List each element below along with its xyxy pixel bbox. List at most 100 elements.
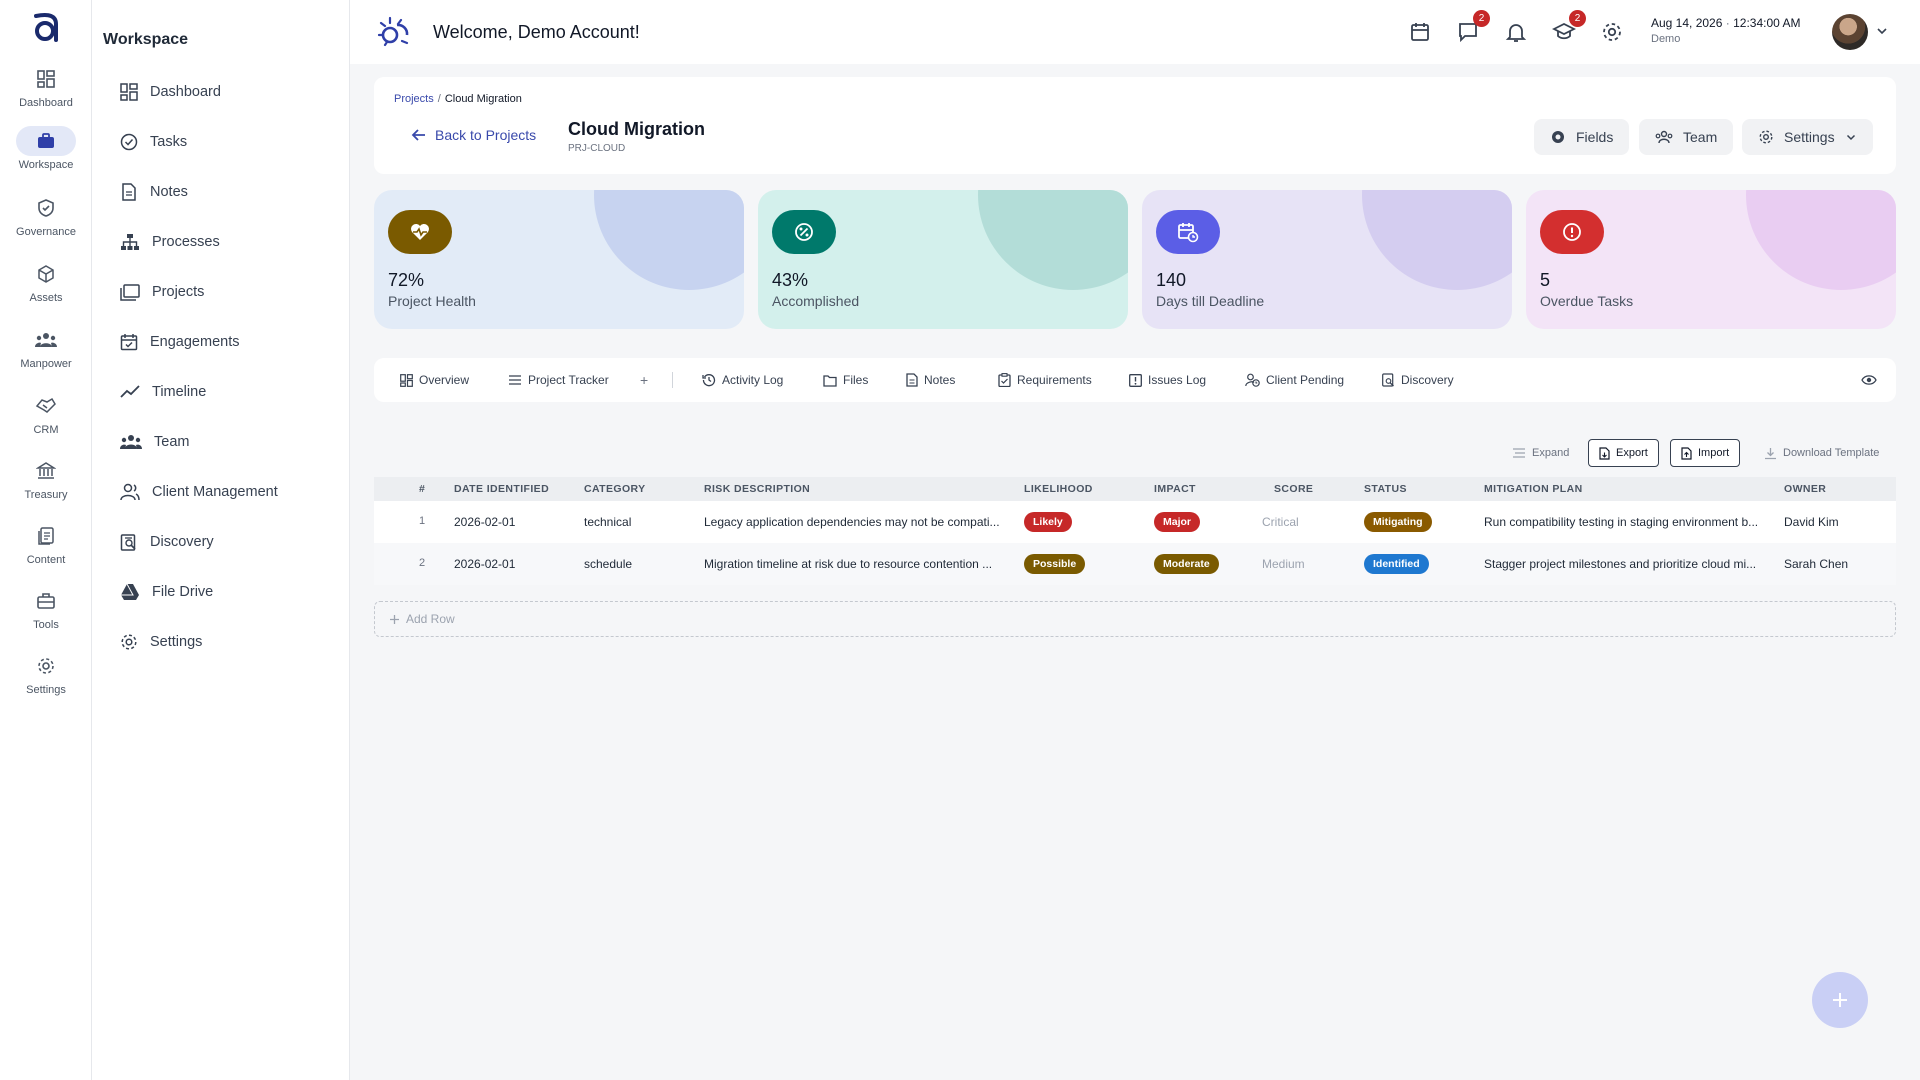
rail-item-content[interactable]: Content [0, 521, 92, 577]
impact-badge[interactable]: Major [1154, 512, 1201, 532]
rail-label: Treasury [24, 489, 68, 501]
floating-add-button[interactable] [1812, 972, 1868, 1028]
column-header[interactable]: OWNER [1784, 483, 1826, 495]
tab-discovery[interactable]: Discovery [1382, 358, 1454, 402]
expand-icon [1513, 448, 1525, 458]
cell-owner[interactable]: Sarah Chen [1784, 557, 1848, 571]
expand-button[interactable]: Expand [1512, 439, 1569, 467]
settings-dropdown-button[interactable]: Settings [1742, 119, 1873, 155]
impact-badge[interactable]: Moderate [1154, 554, 1219, 574]
sidebar-item-processes[interactable]: Processes [120, 222, 340, 262]
sidebar-item-timeline[interactable]: Timeline [120, 372, 340, 412]
chat-button[interactable]: 2 [1456, 10, 1490, 44]
cell-category[interactable]: schedule [584, 557, 632, 571]
rail-item-settings[interactable]: Settings [0, 651, 92, 707]
rail-item-assets[interactable]: Assets [0, 259, 92, 315]
stat-value: 72% [388, 270, 425, 290]
fields-label: Fields [1576, 129, 1614, 145]
cell-date[interactable]: 2026-02-01 [454, 515, 515, 529]
chevron-down-icon[interactable] [1875, 24, 1889, 38]
sidebar-item-file-drive[interactable]: File Drive [120, 572, 340, 612]
stat-value: 140 [1156, 270, 1187, 290]
status-badge[interactable]: Identified [1364, 554, 1429, 574]
add-tab-button[interactable]: + [640, 358, 648, 402]
calendar-icon[interactable] [1408, 20, 1432, 44]
project-tabs: Overview Project Tracker + Activity Log … [374, 358, 1896, 402]
sidebar-item-team[interactable]: Team [120, 422, 340, 462]
cell-mitigation[interactable]: Run compatibility testing in staging env… [1484, 515, 1770, 529]
breadcrumb-projects[interactable]: Projects [394, 93, 434, 105]
tab-notes[interactable]: Notes [906, 358, 955, 402]
cell-category[interactable]: technical [584, 515, 631, 529]
fields-button[interactable]: Fields [1534, 119, 1630, 155]
column-header[interactable]: SCORE [1274, 483, 1313, 495]
stat-card-project-health: 72% Project Health [374, 190, 744, 329]
sidebar-item-engagements[interactable]: Engagements [120, 322, 340, 362]
rail-item-governance[interactable]: Governance [0, 193, 92, 249]
status-badge[interactable]: Mitigating [1364, 512, 1432, 532]
dashboard-icon [16, 64, 76, 94]
sidebar-item-settings[interactable]: Settings [120, 622, 340, 662]
avatar[interactable] [1832, 14, 1868, 50]
rail-item-workspace[interactable]: Workspace [0, 126, 92, 182]
brand-logo-icon [377, 16, 409, 47]
rail-item-tools[interactable]: Tools [0, 586, 92, 642]
rail-item-manpower[interactable]: Manpower [0, 325, 92, 381]
toolbox-icon [16, 586, 76, 616]
import-label: Import [1698, 447, 1730, 459]
sidebar-item-dashboard[interactable]: Dashboard [120, 72, 340, 112]
stat-value: 5 [1540, 270, 1551, 290]
app-logo-icon[interactable] [28, 10, 64, 46]
tab-client-pending[interactable]: Client Pending [1245, 358, 1344, 402]
eye-icon[interactable] [1861, 373, 1877, 387]
likelihood-badge[interactable]: Likely [1024, 512, 1072, 532]
cell-description[interactable]: Migration timeline at risk due to resour… [704, 557, 1004, 571]
column-header[interactable]: STATUS [1364, 483, 1407, 495]
export-button[interactable]: Export [1588, 439, 1659, 467]
export-file-icon [1599, 446, 1610, 460]
tab-issues-log[interactable]: Issues Log [1129, 358, 1206, 402]
download-template-button[interactable]: Download Template [1764, 439, 1879, 467]
rail-item-crm[interactable]: CRM [0, 391, 92, 447]
cell-owner[interactable]: David Kim [1784, 515, 1839, 529]
column-header[interactable]: LIKELIHOOD [1024, 483, 1093, 495]
sidebar-item-notes[interactable]: Notes [120, 172, 340, 212]
app-rail: Dashboard Workspace Governance Assets Ma… [0, 0, 92, 1080]
column-header[interactable]: IMPACT [1154, 483, 1196, 495]
courses-button[interactable]: 2 [1551, 10, 1586, 44]
project-header: Projects / Cloud Migration Back to Project… [374, 77, 1896, 174]
cell-date[interactable]: 2026-02-01 [454, 557, 515, 571]
tab-project-tracker[interactable]: Project Tracker [508, 358, 609, 402]
notifications-bell-icon[interactable] [1504, 20, 1528, 44]
back-to-projects-button[interactable]: Back to Projects [411, 127, 536, 143]
table-row[interactable]: 2 2026-02-01 schedule Migration timeline… [374, 543, 1896, 585]
tab-requirements[interactable]: Requirements [998, 358, 1092, 402]
rail-item-treasury[interactable]: Treasury [0, 456, 92, 512]
rail-item-dashboard[interactable]: Dashboard [0, 64, 92, 120]
settings-gear-icon[interactable] [1600, 20, 1624, 44]
tab-files[interactable]: Files [823, 358, 868, 402]
column-header[interactable]: RISK DESCRIPTION [704, 483, 810, 495]
column-header[interactable]: CATEGORY [584, 483, 646, 495]
overview-icon [400, 373, 413, 387]
sidebar-item-label: Tasks [150, 134, 188, 150]
sidebar-item-discovery[interactable]: Discovery [120, 522, 340, 562]
stat-card-days-till-deadline: 140 Days till Deadline [1142, 190, 1512, 329]
cell-description[interactable]: Legacy application dependencies may not … [704, 515, 1004, 529]
table-row[interactable]: 1 2026-02-01 technical Legacy applicatio… [374, 501, 1896, 543]
tab-overview[interactable]: Overview [400, 358, 469, 402]
import-button[interactable]: Import [1670, 439, 1741, 467]
add-row-button[interactable]: Add Row [374, 601, 1896, 637]
cell-mitigation[interactable]: Stagger project milestones and prioritiz… [1484, 557, 1770, 571]
files-icon [823, 374, 837, 387]
column-header[interactable]: MITIGATION PLAN [1484, 483, 1583, 495]
courses-badge: 2 [1569, 10, 1586, 27]
arrow-left-icon [411, 129, 425, 141]
sidebar-item-client-management[interactable]: Client Management [120, 472, 340, 512]
team-button[interactable]: Team [1639, 119, 1734, 155]
likelihood-badge[interactable]: Possible [1024, 554, 1086, 574]
sidebar-item-projects[interactable]: Projects [120, 272, 340, 312]
column-header[interactable]: DATE IDENTIFIED [454, 483, 549, 495]
tab-activity-log[interactable]: Activity Log [702, 358, 783, 402]
sidebar-item-tasks[interactable]: Tasks [120, 122, 340, 162]
